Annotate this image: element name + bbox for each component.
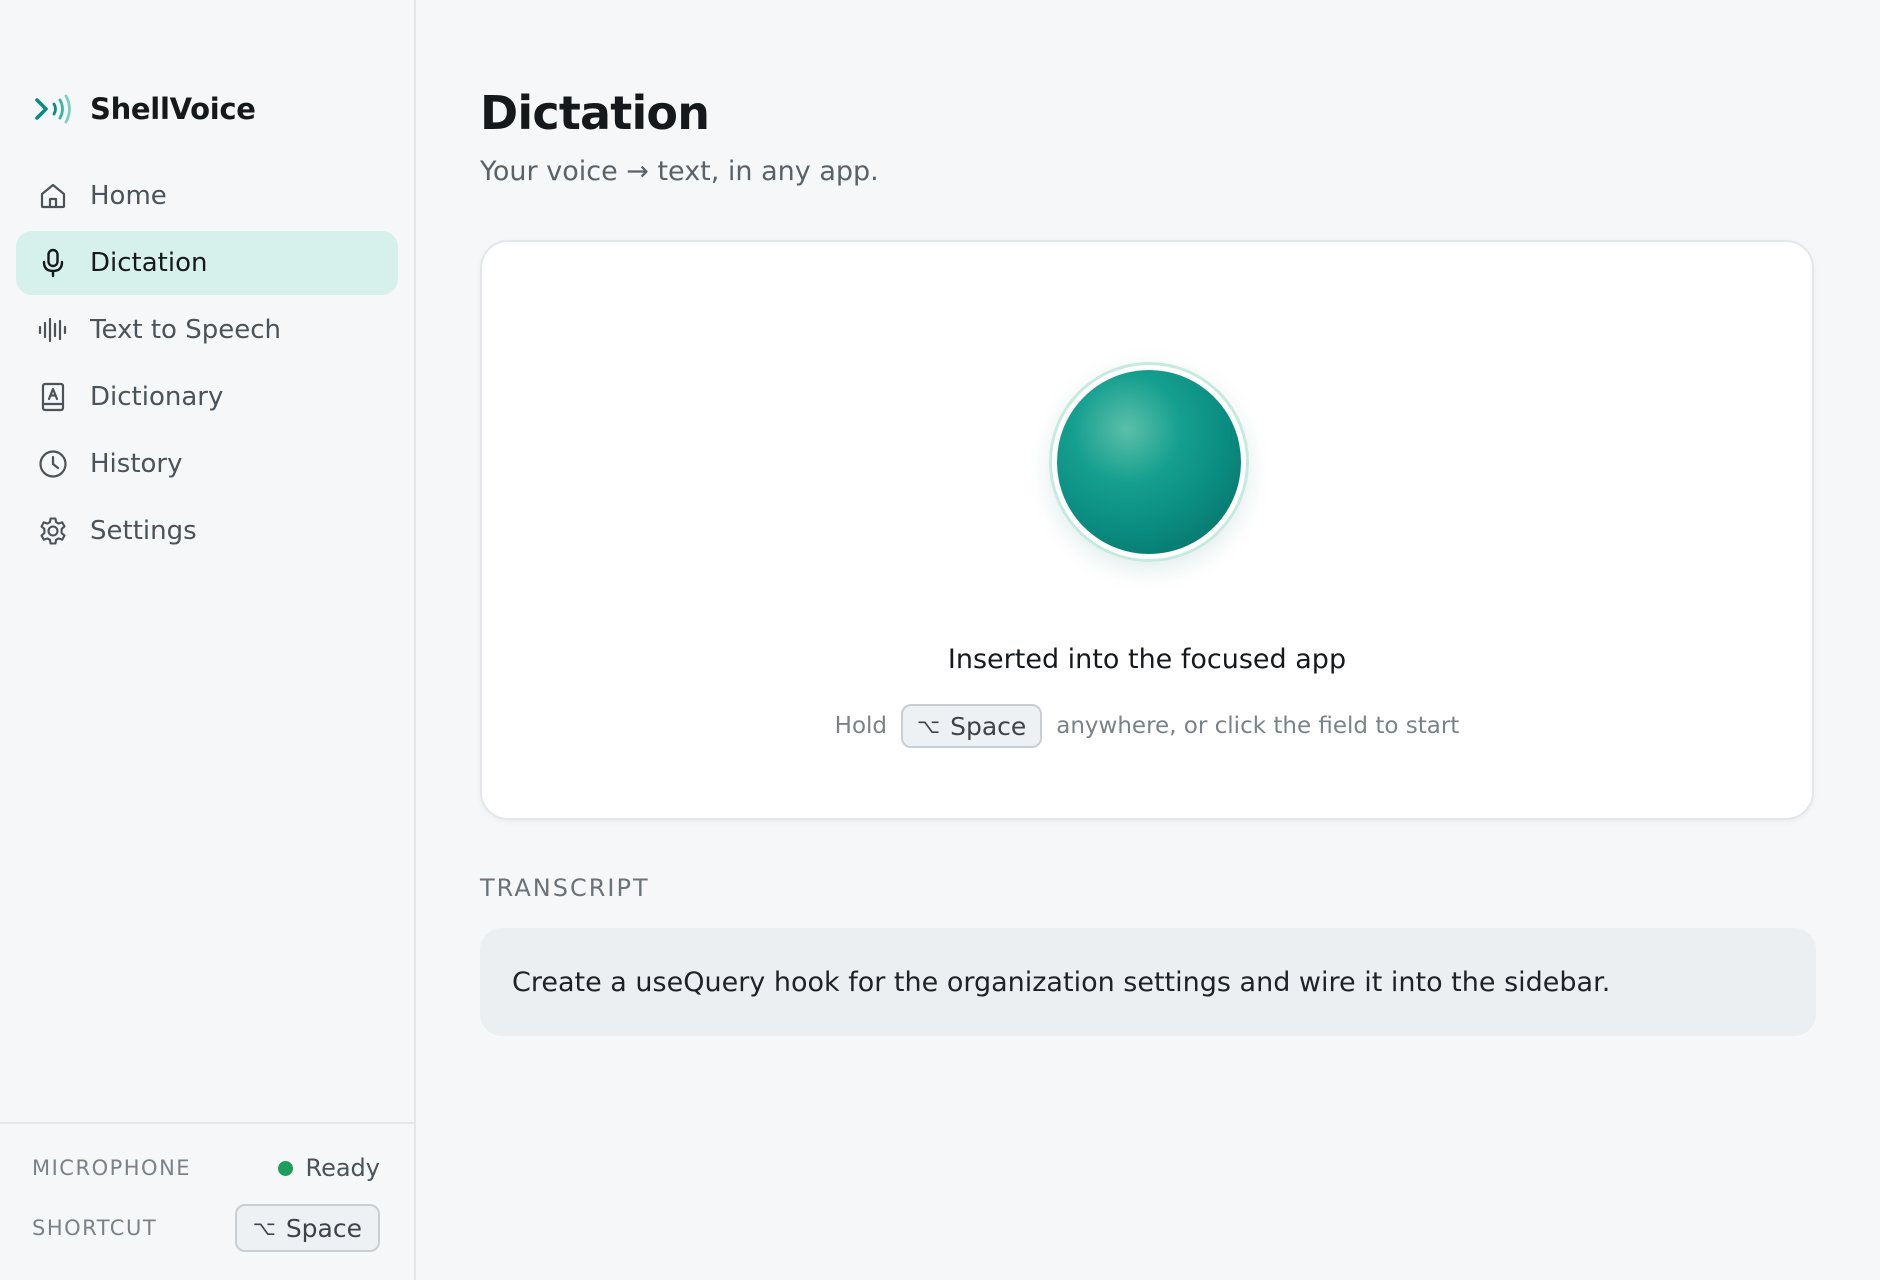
page-subtitle: Your voice → text, in any app. [480,156,879,187]
shellvoice-logo-icon [35,94,71,124]
microphone-status-row: MICROPHONE Ready [32,1154,380,1182]
hint-prefix: Hold [834,713,888,739]
sidebar-item-label: Home [90,181,167,211]
sidebar-nav: Home Dictation Text to Speech Dictionary… [16,164,398,566]
dictation-card: Inserted into the focused app Hold ⌥ Spa… [480,240,1814,820]
option-key-icon: ⌥ [917,714,941,738]
clock-icon [36,447,70,481]
app-name: ShellVoice [90,92,256,126]
shortcut-label: SHORTCUT [32,1216,158,1240]
hint-key-label: Space [950,711,1027,741]
shortcut-row: SHORTCUT ⌥ Space [32,1204,380,1252]
transcript-box[interactable]: Create a useQuery hook for the organizat… [480,928,1816,1036]
microphone-status: Ready [305,1154,380,1182]
status-badge: Ready [278,1154,380,1182]
sidebar-item-label: Dictionary [90,382,224,412]
sidebar-item-settings[interactable]: Settings [16,499,398,563]
waveform-icon [36,313,70,347]
book-icon [36,380,70,414]
hint-suffix: anywhere, or click the field to start [1056,713,1460,739]
dictation-status: Inserted into the focused app [947,644,1347,675]
transcript-label: TRANSCRIPT [480,874,650,902]
sidebar-item-dictation[interactable]: Dictation [16,231,398,295]
page-title: Dictation [480,86,710,140]
brand: ShellVoice [34,92,256,126]
microphone-label: MICROPHONE [32,1156,192,1180]
sidebar-item-text-to-speech[interactable]: Text to Speech [16,298,398,362]
shortcut-key-button[interactable]: ⌥ Space [234,1204,380,1252]
sidebar-item-label: Settings [90,516,197,546]
main-content: Dictation Your voice → text, in any app.… [416,0,1880,1280]
sidebar-item-history[interactable]: History [16,432,398,496]
sidebar-item-label: Text to Speech [90,315,281,345]
record-orb-icon [1057,370,1241,554]
hint-shortcut-key: ⌥ Space [901,704,1043,748]
record-button[interactable] [1049,362,1249,562]
sidebar-item-dictionary[interactable]: Dictionary [16,365,398,429]
sidebar-item-home[interactable]: Home [16,164,398,228]
sidebar-footer: MICROPHONE Ready SHORTCUT ⌥ Space [0,1122,414,1280]
sidebar-item-label: Dictation [90,248,208,278]
app-window: ShellVoice Home Dictation Text to Speech… [0,0,1880,1280]
sidebar: ShellVoice Home Dictation Text to Speech… [0,0,416,1280]
status-dot-icon [278,1160,294,1176]
gear-icon [36,514,70,548]
option-key-icon: ⌥ [252,1216,276,1240]
sidebar-item-label: History [90,449,183,479]
shortcut-key-label: Space [285,1213,362,1243]
transcript-text: Create a useQuery hook for the organizat… [512,966,1611,998]
home-icon [36,179,70,213]
dictation-hint: Hold ⌥ Space anywhere, or click the fiel… [482,704,1812,748]
microphone-icon [36,246,70,280]
